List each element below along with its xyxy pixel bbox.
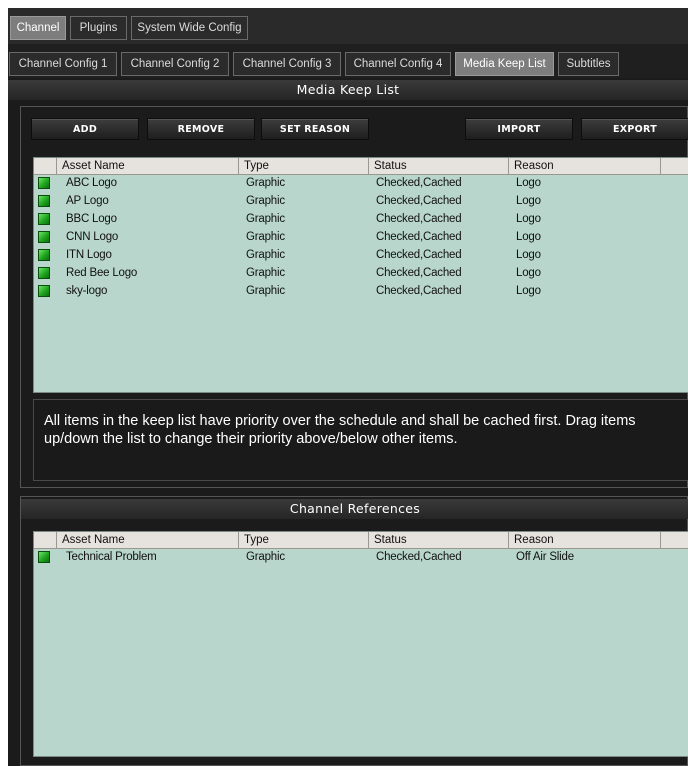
table-row[interactable]: sky-logo Graphic Checked,Cached Logo — [34, 283, 688, 300]
table-row[interactable]: Red Bee Logo Graphic Checked,Cached Logo — [34, 265, 688, 282]
status-cell: Checked,Cached — [376, 249, 462, 261]
tab-channel-config-3[interactable]: Channel Config 3 — [233, 52, 341, 76]
status-cell: Checked,Cached — [376, 177, 462, 189]
status-ok-icon — [38, 195, 50, 207]
media-keep-list-panel: Media Keep List ADD REMOVE SET REASON IM… — [8, 78, 688, 766]
status-cell: Checked,Cached — [376, 195, 462, 207]
tab-media-keep-list[interactable]: Media Keep List — [455, 52, 554, 76]
reason-cell: Logo — [516, 177, 541, 189]
column-header-asset-name[interactable]: Asset Name — [56, 158, 238, 174]
reason-cell: Logo — [516, 249, 541, 261]
status-ok-icon — [38, 285, 50, 297]
asset-name-cell: AP Logo — [66, 195, 109, 207]
table-row[interactable]: BBC Logo Graphic Checked,Cached Logo — [34, 211, 688, 228]
keep-list-table-header: Asset Name Type Status Reason — [34, 158, 688, 175]
type-cell: Graphic — [246, 213, 285, 225]
column-header-reason[interactable]: Reason — [508, 532, 660, 548]
reason-cell: Logo — [516, 213, 541, 225]
add-button[interactable]: ADD — [31, 118, 139, 140]
status-cell: Checked,Cached — [376, 213, 462, 225]
column-header-type[interactable]: Type — [238, 158, 368, 174]
tab-plugins[interactable]: Plugins — [70, 16, 127, 40]
table-row[interactable]: ITN Logo Graphic Checked,Cached Logo — [34, 247, 688, 264]
channel-references-table[interactable]: Asset Name Type Status Reason Technical … — [33, 531, 688, 757]
status-cell: Checked,Cached — [376, 285, 462, 297]
status-cell: Checked,Cached — [376, 231, 462, 243]
tab-system-wide-config[interactable]: System Wide Config — [131, 16, 248, 40]
import-button[interactable]: IMPORT — [465, 118, 573, 140]
asset-name-cell: ABC Logo — [66, 177, 117, 189]
table-row[interactable]: AP Logo Graphic Checked,Cached Logo — [34, 193, 688, 210]
reason-cell: Off Air Slide — [516, 551, 574, 563]
column-header-type[interactable]: Type — [238, 532, 368, 548]
keep-list-frame: ADD REMOVE SET REASON IMPORT EXPORT Asse… — [20, 106, 688, 488]
set-reason-button[interactable]: SET REASON — [261, 118, 369, 140]
column-header-filler — [660, 158, 688, 174]
asset-name-cell: BBC Logo — [66, 213, 117, 225]
keep-list-table[interactable]: Asset Name Type Status Reason ABC Logo Gr… — [33, 157, 688, 393]
top-tab-bar: Channel Plugins System Wide Config — [8, 8, 688, 44]
type-cell: Graphic — [246, 177, 285, 189]
type-cell: Graphic — [246, 195, 285, 207]
asset-name-cell: CNN Logo — [66, 231, 119, 243]
channel-references-frame: Channel References Asset Name Type Statu… — [20, 496, 688, 766]
tab-subtitles[interactable]: Subtitles — [558, 52, 619, 76]
asset-name-cell: Red Bee Logo — [66, 267, 138, 279]
reason-cell: Logo — [516, 195, 541, 207]
column-header-reason[interactable]: Reason — [508, 158, 660, 174]
reason-cell: Logo — [516, 285, 541, 297]
tab-channel-config-2[interactable]: Channel Config 2 — [121, 52, 229, 76]
table-row[interactable]: Technical Problem Graphic Checked,Cached Of… — [34, 549, 688, 566]
reason-cell: Logo — [516, 267, 541, 279]
status-ok-icon — [38, 213, 50, 225]
type-cell: Graphic — [246, 249, 285, 261]
status-ok-icon — [38, 249, 50, 261]
column-header-status[interactable]: Status — [368, 158, 508, 174]
keep-list-info-text: All items in the keep list have priority… — [33, 399, 688, 481]
page-title: Media Keep List — [8, 80, 688, 100]
table-row[interactable]: ABC Logo Graphic Checked,Cached Logo — [34, 175, 688, 192]
tab-channel[interactable]: Channel — [10, 16, 66, 40]
column-header-asset-name[interactable]: Asset Name — [56, 532, 238, 548]
remove-button[interactable]: REMOVE — [147, 118, 255, 140]
column-header-status[interactable]: Status — [368, 532, 508, 548]
asset-name-cell: ITN Logo — [66, 249, 112, 261]
type-cell: Graphic — [246, 551, 285, 563]
type-cell: Graphic — [246, 285, 285, 297]
type-cell: Graphic — [246, 231, 285, 243]
status-cell: Checked,Cached — [376, 551, 462, 563]
column-header-filler — [660, 532, 688, 548]
asset-name-cell: Technical Problem — [66, 551, 157, 563]
status-cell: Checked,Cached — [376, 267, 462, 279]
status-ok-icon — [38, 551, 50, 563]
tab-channel-config-1[interactable]: Channel Config 1 — [9, 52, 117, 76]
status-ok-icon — [38, 267, 50, 279]
export-button[interactable]: EXPORT — [581, 118, 688, 140]
reason-cell: Logo — [516, 231, 541, 243]
channel-references-title: Channel References — [21, 499, 688, 519]
channel-references-table-header: Asset Name Type Status Reason — [34, 532, 688, 549]
asset-name-cell: sky-logo — [66, 285, 108, 297]
status-ok-icon — [38, 177, 50, 189]
table-row[interactable]: CNN Logo Graphic Checked,Cached Logo — [34, 229, 688, 246]
tab-channel-config-4[interactable]: Channel Config 4 — [345, 52, 451, 76]
type-cell: Graphic — [246, 267, 285, 279]
status-ok-icon — [38, 231, 50, 243]
